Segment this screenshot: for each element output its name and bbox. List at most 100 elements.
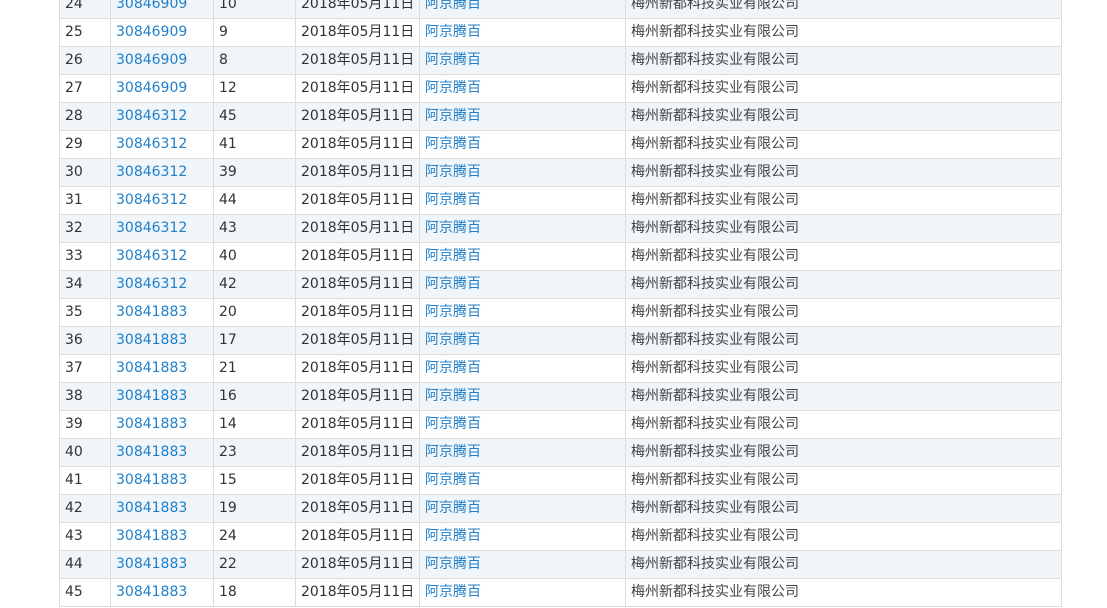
applicant-cell: 梅州新都科技实业有限公司 bbox=[625, 74, 1062, 103]
trademark-name-link[interactable]: 阿京腾百 bbox=[419, 242, 626, 271]
application-date-cell: 2018年05月11日 bbox=[295, 18, 420, 47]
class-cell: 40 bbox=[213, 242, 296, 271]
row-number-cell: 28 bbox=[59, 102, 111, 131]
class-cell: 10 bbox=[213, 0, 296, 19]
trademark-name-link[interactable]: 阿京腾百 bbox=[419, 18, 626, 47]
application-date-cell: 2018年05月11日 bbox=[295, 522, 420, 551]
trademark-name-link[interactable]: 阿京腾百 bbox=[419, 410, 626, 439]
trademark-name-link[interactable]: 阿京腾百 bbox=[419, 298, 626, 327]
registration-number-link[interactable]: 30846312 bbox=[110, 186, 214, 215]
trademark-name-link[interactable]: 阿京腾百 bbox=[419, 438, 626, 467]
application-date-cell: 2018年05月11日 bbox=[295, 242, 420, 271]
trademark-name-link[interactable]: 阿京腾百 bbox=[419, 214, 626, 243]
application-date-cell: 2018年05月11日 bbox=[295, 354, 420, 383]
trademark-name-link[interactable]: 阿京腾百 bbox=[419, 354, 626, 383]
row-number-cell: 33 bbox=[59, 242, 111, 271]
table-row: 32 30846312 43 2018年05月11日 阿京腾百 梅州新都科技实业有限公司 bbox=[59, 214, 1062, 243]
applicant-cell: 梅州新都科技实业有限公司 bbox=[625, 382, 1062, 411]
row-number-cell: 38 bbox=[59, 382, 111, 411]
row-number-cell: 31 bbox=[59, 186, 111, 215]
applicant-cell: 梅州新都科技实业有限公司 bbox=[625, 242, 1062, 271]
registration-number-link[interactable]: 30846909 bbox=[110, 74, 214, 103]
registration-number-link[interactable]: 30841883 bbox=[110, 522, 214, 551]
row-number-cell: 41 bbox=[59, 466, 111, 495]
application-date-cell: 2018年05月11日 bbox=[295, 130, 420, 159]
application-date-cell: 2018年05月11日 bbox=[295, 102, 420, 131]
trademark-name-link[interactable]: 阿京腾百 bbox=[419, 550, 626, 579]
table-row: 42 30841883 19 2018年05月11日 阿京腾百 梅州新都科技实业有限公司 bbox=[59, 494, 1062, 523]
application-date-cell: 2018年05月11日 bbox=[295, 550, 420, 579]
application-date-cell: 2018年05月11日 bbox=[295, 186, 420, 215]
application-date-cell: 2018年05月11日 bbox=[295, 466, 420, 495]
table-row: 37 30841883 21 2018年05月11日 阿京腾百 梅州新都科技实业有限公司 bbox=[59, 354, 1062, 383]
trademark-name-link[interactable]: 阿京腾百 bbox=[419, 466, 626, 495]
trademark-name-link[interactable]: 阿京腾百 bbox=[419, 522, 626, 551]
table-row: 45 30841883 18 2018年05月11日 阿京腾百 梅州新都科技实业有限公司 bbox=[59, 578, 1062, 607]
applicant-cell: 梅州新都科技实业有限公司 bbox=[625, 46, 1062, 75]
table-row: 34 30846312 42 2018年05月11日 阿京腾百 梅州新都科技实业有限公司 bbox=[59, 270, 1062, 299]
table-row: 26 30846909 8 2018年05月11日 阿京腾百 梅州新都科技实业有限公司 bbox=[59, 46, 1062, 75]
trademark-name-link[interactable]: 阿京腾百 bbox=[419, 382, 626, 411]
applicant-cell: 梅州新都科技实业有限公司 bbox=[625, 578, 1062, 607]
trademark-name-link[interactable]: 阿京腾百 bbox=[419, 270, 626, 299]
applicant-cell: 梅州新都科技实业有限公司 bbox=[625, 522, 1062, 551]
registration-number-link[interactable]: 30841883 bbox=[110, 438, 214, 467]
registration-number-link[interactable]: 30846909 bbox=[110, 0, 214, 19]
class-cell: 45 bbox=[213, 102, 296, 131]
application-date-cell: 2018年05月11日 bbox=[295, 326, 420, 355]
table-row: 40 30841883 23 2018年05月11日 阿京腾百 梅州新都科技实业有限公司 bbox=[59, 438, 1062, 467]
class-cell: 22 bbox=[213, 550, 296, 579]
table-row: 29 30846312 41 2018年05月11日 阿京腾百 梅州新都科技实业有限公司 bbox=[59, 130, 1062, 159]
application-date-cell: 2018年05月11日 bbox=[295, 46, 420, 75]
trademark-name-link[interactable]: 阿京腾百 bbox=[419, 102, 626, 131]
trademark-name-link[interactable]: 阿京腾百 bbox=[419, 186, 626, 215]
table-row: 27 30846909 12 2018年05月11日 阿京腾百 梅州新都科技实业有限公司 bbox=[59, 74, 1062, 103]
table-row: 25 30846909 9 2018年05月11日 阿京腾百 梅州新都科技实业有限公司 bbox=[59, 18, 1062, 47]
registration-number-link[interactable]: 30846312 bbox=[110, 214, 214, 243]
class-cell: 23 bbox=[213, 438, 296, 467]
registration-number-link[interactable]: 30841883 bbox=[110, 578, 214, 607]
trademark-name-link[interactable]: 阿京腾百 bbox=[419, 158, 626, 187]
trademark-name-link[interactable]: 阿京腾百 bbox=[419, 74, 626, 103]
application-date-cell: 2018年05月11日 bbox=[295, 0, 420, 19]
row-number-cell: 30 bbox=[59, 158, 111, 187]
application-date-cell: 2018年05月11日 bbox=[295, 382, 420, 411]
registration-number-link[interactable]: 30841883 bbox=[110, 494, 214, 523]
applicant-cell: 梅州新都科技实业有限公司 bbox=[625, 298, 1062, 327]
table-row: 24 30846909 10 2018年05月11日 阿京腾百 梅州新都科技实业有限公司 bbox=[59, 0, 1062, 19]
application-date-cell: 2018年05月11日 bbox=[295, 578, 420, 607]
row-number-cell: 35 bbox=[59, 298, 111, 327]
trademark-name-link[interactable]: 阿京腾百 bbox=[419, 578, 626, 607]
registration-number-link[interactable]: 30841883 bbox=[110, 550, 214, 579]
applicant-cell: 梅州新都科技实业有限公司 bbox=[625, 494, 1062, 523]
class-cell: 8 bbox=[213, 46, 296, 75]
registration-number-link[interactable]: 30846312 bbox=[110, 270, 214, 299]
registration-number-link[interactable]: 30841883 bbox=[110, 354, 214, 383]
registration-number-link[interactable]: 30846909 bbox=[110, 46, 214, 75]
trademark-name-link[interactable]: 阿京腾百 bbox=[419, 494, 626, 523]
table-row: 36 30841883 17 2018年05月11日 阿京腾百 梅州新都科技实业有限公司 bbox=[59, 326, 1062, 355]
trademark-name-link[interactable]: 阿京腾百 bbox=[419, 0, 626, 19]
registration-number-link[interactable]: 30841883 bbox=[110, 466, 214, 495]
trademark-name-link[interactable]: 阿京腾百 bbox=[419, 326, 626, 355]
registration-number-link[interactable]: 30846312 bbox=[110, 158, 214, 187]
applicant-cell: 梅州新都科技实业有限公司 bbox=[625, 214, 1062, 243]
trademark-name-link[interactable]: 阿京腾百 bbox=[419, 46, 626, 75]
registration-number-link[interactable]: 30841883 bbox=[110, 410, 214, 439]
registration-number-link[interactable]: 30841883 bbox=[110, 382, 214, 411]
row-number-cell: 43 bbox=[59, 522, 111, 551]
table-row: 33 30846312 40 2018年05月11日 阿京腾百 梅州新都科技实业有限公司 bbox=[59, 242, 1062, 271]
applicant-cell: 梅州新都科技实业有限公司 bbox=[625, 354, 1062, 383]
applicant-cell: 梅州新都科技实业有限公司 bbox=[625, 102, 1062, 131]
applicant-cell: 梅州新都科技实业有限公司 bbox=[625, 130, 1062, 159]
registration-number-link[interactable]: 30846312 bbox=[110, 102, 214, 131]
registration-number-link[interactable]: 30846909 bbox=[110, 18, 214, 47]
class-cell: 18 bbox=[213, 578, 296, 607]
registration-number-link[interactable]: 30846312 bbox=[110, 130, 214, 159]
table-body: 24 30846909 10 2018年05月11日 阿京腾百 梅州新都科技实业有限公司 2… bbox=[59, 0, 1062, 607]
registration-number-link[interactable]: 30841883 bbox=[110, 326, 214, 355]
trademark-name-link[interactable]: 阿京腾百 bbox=[419, 130, 626, 159]
application-date-cell: 2018年05月11日 bbox=[295, 494, 420, 523]
registration-number-link[interactable]: 30841883 bbox=[110, 298, 214, 327]
registration-number-link[interactable]: 30846312 bbox=[110, 242, 214, 271]
